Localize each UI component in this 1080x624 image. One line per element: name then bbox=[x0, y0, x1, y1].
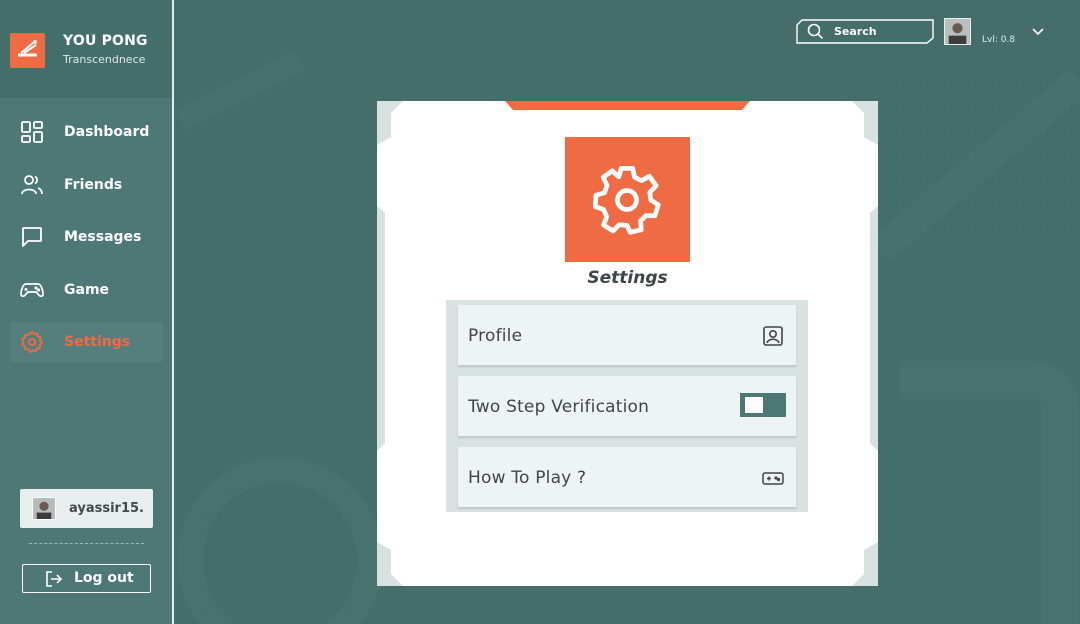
sidebar: YOU PONG Transcendnece Dashboard Friends… bbox=[0, 0, 174, 624]
option-label: Two Step Verification bbox=[468, 397, 650, 417]
logout-icon bbox=[46, 571, 63, 587]
settings-option-how-to-play[interactable]: How To Play ? bbox=[458, 447, 796, 507]
brand-title: YOU PONG bbox=[63, 33, 148, 49]
controller-icon bbox=[762, 472, 784, 485]
chevron-down-icon[interactable] bbox=[1030, 24, 1046, 38]
sidebar-item-friends[interactable]: Friends bbox=[10, 165, 163, 205]
settings-hero-badge bbox=[565, 137, 690, 262]
avatar bbox=[32, 497, 56, 520]
sidebar-divider bbox=[29, 543, 144, 544]
search-input[interactable] bbox=[834, 23, 924, 40]
sidebar-item-messages[interactable]: Messages bbox=[10, 217, 163, 257]
sidebar-item-settings[interactable]: Settings bbox=[10, 322, 163, 362]
header-avatar[interactable] bbox=[944, 18, 971, 45]
sidebar-item-label: Friends bbox=[64, 176, 123, 193]
settings-card: Settings Profile Two Step Verification H… bbox=[377, 101, 878, 586]
toggle-knob bbox=[745, 397, 763, 413]
friends-icon bbox=[21, 174, 43, 194]
username: ayassir15. bbox=[69, 501, 144, 516]
paddle-logo-icon bbox=[18, 40, 37, 57]
profile-icon bbox=[763, 326, 783, 346]
brand-header: YOU PONG Transcendnece bbox=[0, 0, 172, 98]
card-top-tab bbox=[505, 101, 750, 110]
sidebar-item-dashboard[interactable]: Dashboard bbox=[10, 112, 163, 152]
sidebar-item-label: Settings bbox=[64, 334, 131, 350]
settings-option-two-step: Two Step Verification bbox=[458, 376, 796, 436]
settings-options: Profile Two Step Verification How To Pla… bbox=[446, 300, 808, 512]
sidebar-item-label: Game bbox=[64, 281, 110, 298]
brand-subtitle: Transcendnece bbox=[63, 53, 146, 66]
user-profile-chip[interactable]: ayassir15. bbox=[20, 489, 153, 528]
level-indicator: Lvl: 0.8 bbox=[982, 35, 1016, 45]
sidebar-item-game[interactable]: Game bbox=[10, 270, 163, 310]
logout-button[interactable]: Log out bbox=[22, 564, 151, 593]
logout-label: Log out bbox=[74, 570, 134, 586]
two-step-toggle[interactable] bbox=[740, 393, 786, 417]
messages-icon bbox=[22, 227, 42, 247]
sidebar-item-label: Dashboard bbox=[64, 124, 150, 140]
search-bar[interactable] bbox=[796, 19, 934, 44]
option-label: How To Play ? bbox=[468, 468, 587, 488]
app-root: YOU PONG Transcendnece Dashboard Friends… bbox=[0, 0, 1080, 624]
gamepad-icon bbox=[20, 282, 44, 297]
page-title: Settings bbox=[587, 268, 668, 288]
sidebar-item-label: Messages bbox=[64, 229, 142, 245]
sidebar-nav: Dashboard Friends Messages Game Settings bbox=[10, 112, 163, 375]
gear-icon bbox=[592, 165, 661, 235]
app-logo bbox=[10, 33, 45, 68]
search-icon bbox=[807, 23, 824, 40]
option-label: Profile bbox=[468, 326, 523, 346]
dashboard-icon bbox=[21, 121, 43, 143]
settings-option-profile[interactable]: Profile bbox=[458, 305, 796, 365]
gear-icon bbox=[21, 330, 44, 354]
